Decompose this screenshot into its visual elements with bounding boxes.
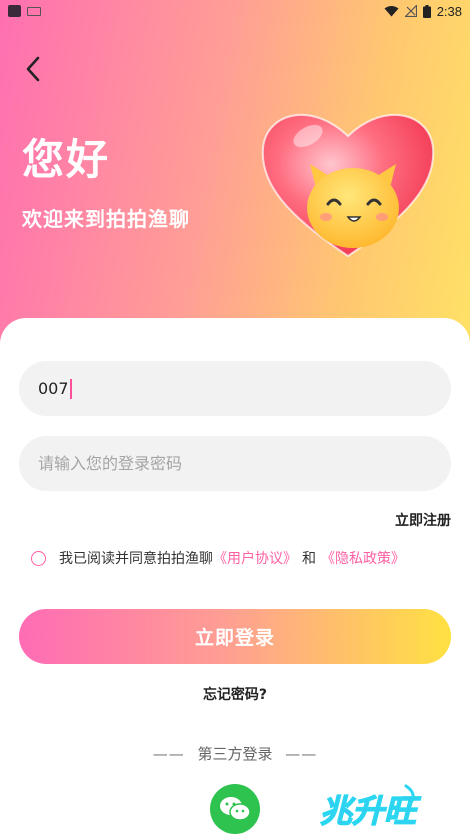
agreement-and: 和 <box>302 551 316 567</box>
third-party-login-title: —— 第三方登录 —— <box>0 743 470 764</box>
password-field-container <box>19 436 451 491</box>
agreement-text: 我已阅读并同意拍拍渔聊 <box>59 551 213 567</box>
watermark-text: 兆升旺 <box>320 792 422 830</box>
agreement-checkbox[interactable] <box>31 550 46 566</box>
heart-cat-mascot <box>261 113 435 258</box>
status-time: 2:38 <box>436 3 462 19</box>
wechat-icon <box>220 797 251 821</box>
third-party-title: 第三方登录 <box>197 745 273 763</box>
back-button[interactable] <box>18 52 48 86</box>
login-button[interactable]: 立即登录 <box>19 609 451 664</box>
wifi-icon <box>384 6 399 17</box>
notification-icon <box>27 6 41 16</box>
text-caret <box>69 378 72 399</box>
welcome-subtitle: 欢迎来到拍拍渔聊 <box>22 207 190 231</box>
wechat-login-button[interactable] <box>210 784 260 834</box>
divider-left: —— <box>152 745 185 763</box>
watermark-logo: 兆升旺 <box>319 784 422 830</box>
user-agreement-link[interactable]: 《用户协议》 <box>213 548 297 568</box>
no-signal-icon <box>404 5 417 17</box>
password-field[interactable] <box>38 454 418 473</box>
account-value[interactable]: 007 <box>38 379 69 398</box>
agreement-row: 我已阅读并同意拍拍渔聊 《用户协议》 和 《隐私政策》 <box>31 548 405 568</box>
account-field[interactable]: 007 <box>19 361 451 416</box>
chevron-left-icon <box>26 56 40 82</box>
forgot-password-link[interactable]: 忘记密码? <box>0 684 470 704</box>
privacy-policy-link[interactable]: 《隐私政策》 <box>321 548 405 568</box>
register-link[interactable]: 立即注册 <box>395 510 451 530</box>
divider-right: —— <box>285 745 318 763</box>
greeting-title: 您好 <box>22 135 111 184</box>
status-bar: 2:38 <box>0 0 470 22</box>
battery-icon <box>422 4 431 18</box>
app-icon <box>8 5 21 17</box>
